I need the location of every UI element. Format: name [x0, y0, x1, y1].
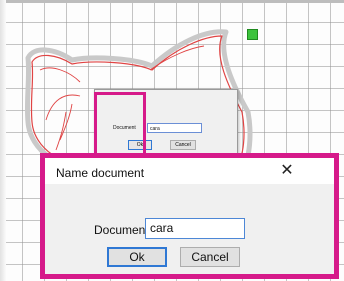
dialog-title: Name document [56, 166, 145, 180]
selection-handle[interactable] [247, 29, 258, 40]
small-dialog-highlight-frame [94, 92, 146, 157]
cat-inner-lines [39, 67, 81, 151]
close-icon[interactable]: ✕ [278, 162, 296, 180]
document-name-input[interactable]: cara [145, 218, 245, 239]
cancel-button[interactable]: Cancel [180, 247, 240, 267]
small-document-input[interactable]: cara [147, 123, 202, 133]
ok-button[interactable]: Ok [107, 247, 167, 267]
document-label: Document [94, 223, 149, 237]
small-cancel-button[interactable]: Cancel [170, 140, 196, 150]
